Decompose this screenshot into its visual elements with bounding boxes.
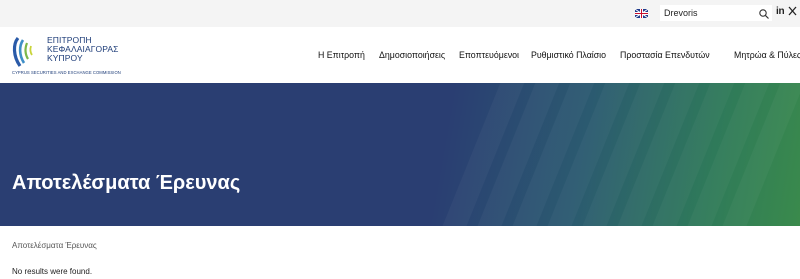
search-icon[interactable] bbox=[758, 7, 770, 19]
nav-item-supervised[interactable]: Εποπτευόμενοι bbox=[459, 49, 519, 61]
search-box bbox=[660, 5, 772, 21]
site-header: ΕΠΙΤΡΟΠΗ ΚΕΦΑΛΑΙΑΓΟΡΑΣ ΚΥΠΡΟΥ CYPRUS SEC… bbox=[0, 27, 800, 83]
nav-item-registries-portals[interactable]: Μητρώα & Πύλες bbox=[734, 49, 800, 61]
hero-banner: Αποτελέσματα Έρευνας bbox=[0, 83, 800, 226]
linkedin-icon[interactable]: in bbox=[776, 6, 785, 18]
nav-item-regulatory-framework[interactable]: Ρυθμιστικό Πλαίσιο bbox=[531, 49, 606, 61]
nav-item-investor-protection[interactable]: Προστασία Επενδυτών bbox=[620, 49, 710, 61]
top-utility-bar: in bbox=[0, 0, 800, 27]
breadcrumb: Αποτελέσματα Έρευνας bbox=[12, 241, 97, 250]
search-results-message: No results were found. bbox=[12, 267, 93, 276]
cysec-logo[interactable]: ΕΠΙΤΡΟΠΗ ΚΕΦΑΛΑΙΑΓΟΡΑΣ ΚΥΠΡΟΥ CYPRUS SEC… bbox=[12, 33, 132, 79]
search-input[interactable] bbox=[660, 5, 755, 21]
logo-subtitle: CYPRUS SECURITIES AND EXCHANGE COMMISSIO… bbox=[12, 70, 121, 75]
uk-flag-icon[interactable] bbox=[635, 9, 648, 18]
logo-mark-icon bbox=[12, 36, 33, 67]
nav-item-disclosures[interactable]: Δημοσιοποιήσεις bbox=[379, 49, 445, 61]
nav-item-committee[interactable]: Η Επιτροπή bbox=[318, 49, 365, 61]
x-icon[interactable] bbox=[788, 6, 798, 18]
breadcrumb-current: Αποτελέσματα Έρευνας bbox=[12, 241, 97, 250]
logo-text-line3: ΚΥΠΡΟΥ bbox=[47, 53, 83, 63]
page-title: Αποτελέσματα Έρευνας bbox=[12, 172, 241, 194]
